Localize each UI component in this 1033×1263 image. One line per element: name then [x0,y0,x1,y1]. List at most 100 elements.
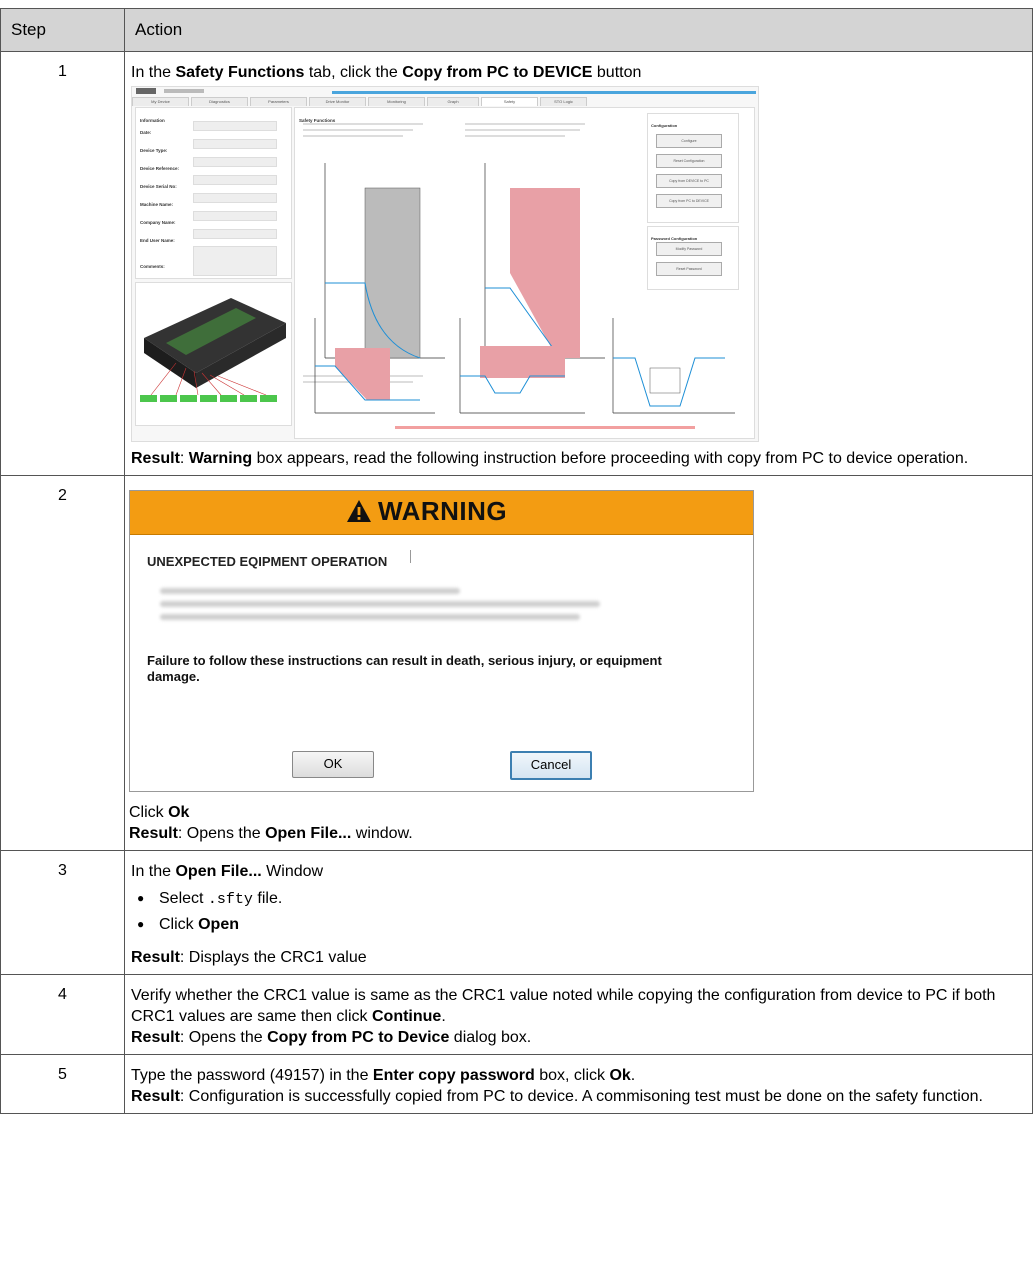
step-click-instruction: Click Ok [129,804,190,821]
dialog-name: Copy from PC to Device [267,1029,450,1046]
field-name: Enter copy password [372,1067,535,1084]
warning-subtitle: UNEXPECTED EQIPMENT OPERATION [147,554,388,569]
copy-device-to-pc-button[interactable]: Copy from DEVICE to PC [656,174,722,188]
blurred-instruction-line [160,588,460,594]
ok-word: Ok [609,1067,631,1084]
tab-diagnostics[interactable]: Diagnostics [191,97,248,106]
blurred-instruction-line [160,601,600,607]
step-number: 5 [0,1054,125,1114]
list-item: Select .sfty file. [131,886,1026,912]
information-panel: Information Date: Device Type: Device Re… [135,107,292,279]
button-name: Copy from PC to DEVICE [402,64,593,81]
step-action: In the Safety Functions tab, click the C… [124,51,1033,476]
warning-title: WARNING [378,496,508,526]
field-label: Company Name: [140,220,176,225]
field-label: Machine Name: [140,202,174,207]
reset-configuration-button[interactable]: Reset Configuration [656,154,722,168]
warning-header: WARNING [130,491,753,535]
tab-graph[interactable]: Graph [427,97,479,106]
safety-functions-screenshot: My Device Diagnostics Parameters Drive M… [131,86,759,442]
step-action: WARNING UNEXPECTED EQIPMENT OPERATION Fa… [124,475,1033,851]
field-label: Comments: [140,264,165,269]
app-status-text [164,89,204,93]
accent-bar [332,91,756,94]
tab-bar: My Device Diagnostics Parameters Drive M… [132,97,758,106]
company-name-field[interactable] [193,211,277,221]
date-field[interactable] [193,121,277,131]
tab-safety[interactable]: Safety [481,97,538,106]
step-result: Result: Displays the CRC1 value [131,949,367,966]
open-file-window-name: Open File... [175,863,262,880]
column-header-step: Step [0,8,125,52]
bullet-list: Select .sfty file. Click Open [131,886,1026,937]
device-reference-field[interactable] [193,157,277,167]
machine-name-field[interactable] [193,193,277,203]
field-label: Device Reference: [140,166,180,171]
password-configuration-group: Password Configuration Modify Password R… [647,226,739,290]
configuration-title: Configuration [651,123,678,128]
table-row: 3 In the Open File... Window Select .sft… [0,850,1033,975]
step-instruction: In the Open File... Window [131,863,324,880]
device-type-field[interactable] [193,139,277,149]
step-action: Verify whether the CRC1 value is same as… [124,974,1033,1055]
open-file-window-name: Open File... [265,825,352,842]
comments-field[interactable] [193,246,277,276]
configure-button[interactable]: Configure [656,134,722,148]
text-cursor [410,550,411,563]
step-number: 2 [0,475,125,851]
list-item: Click Open [131,912,1026,937]
copy-pc-to-device-button[interactable]: Copy from PC to DEVICE [656,194,722,208]
bottom-graphs [314,318,735,414]
tab-monitoring[interactable]: Monitoring [368,97,425,106]
table-row: 4 Verify whether the CRC1 value is same … [0,974,1033,1055]
app-logo [136,88,156,94]
warning-dialog: WARNING UNEXPECTED EQIPMENT OPERATION Fa… [129,490,754,792]
field-label: Date: [140,130,152,135]
app-title-bar [132,87,758,96]
blurred-instruction-line [160,614,580,620]
ok-button[interactable]: OK [292,751,374,778]
table-row: 2 WARNING UNEXPECTED EQIPMENT OPERATION … [0,475,1033,851]
table-header-row: Step Action [0,8,1033,52]
step-number: 4 [0,974,125,1055]
tab-parameters[interactable]: Parameters [250,97,307,106]
continue-word: Continue [371,1008,442,1025]
step-result: Result: Opens the Open File... window. [129,825,413,842]
field-label: Device Serial No: [140,184,177,189]
step-instruction: Verify whether the CRC1 value is same as… [131,987,996,1025]
step-number: 3 [0,850,125,975]
step-action: Type the password (49157) in the Enter c… [124,1054,1033,1114]
column-header-action: Action [124,8,1033,52]
failure-warning-text: Failure to follow these instructions can… [147,653,662,684]
ok-word: Ok [168,804,190,821]
reset-password-button[interactable]: Reset Password [656,262,722,276]
step-result: Result: Warning box appears, read the fo… [131,450,969,467]
tab-sto-logic[interactable]: STO Logic [540,97,587,106]
table-row: 1 In the Safety Functions tab, click the… [0,51,1033,476]
step-instruction: Type the password (49157) in the Enter c… [131,1067,636,1084]
warning-triangle-icon [347,500,371,522]
configuration-group: Configuration Configure Reset Configurat… [647,113,739,223]
end-user-field[interactable] [193,229,277,239]
safety-functions-panel: Safety Functions Configuration Configure… [294,107,755,439]
tab-drive-monitor[interactable]: Drive Monitor [309,97,366,106]
step-result: Result: Opens the Copy from PC to Device… [131,1029,532,1046]
device-image-panel [135,282,292,426]
table-row: 5 Type the password (49157) in the Enter… [0,1054,1033,1114]
file-extension: .sfty [207,891,253,908]
procedure-table: Step Action 1 In the Safety Functions ta… [0,8,1033,1114]
field-label: End User Name: [140,238,175,243]
device-drawing [140,298,286,402]
step-action: In the Open File... Window Select .sfty … [124,850,1033,975]
information-title: Information [140,118,165,123]
open-word: Open [198,916,239,933]
cancel-button[interactable]: Cancel [510,751,592,780]
field-label: Device Type: [140,148,168,153]
device-serial-field[interactable] [193,175,277,185]
tab-my-device[interactable]: My Device [132,97,189,106]
warning-word: Warning [188,450,253,467]
tab-name: Safety Functions [175,64,305,81]
modify-password-button[interactable]: Modify Password [656,242,722,256]
step-number: 1 [0,51,125,476]
step-instruction: In the Safety Functions tab, click the C… [131,64,642,81]
